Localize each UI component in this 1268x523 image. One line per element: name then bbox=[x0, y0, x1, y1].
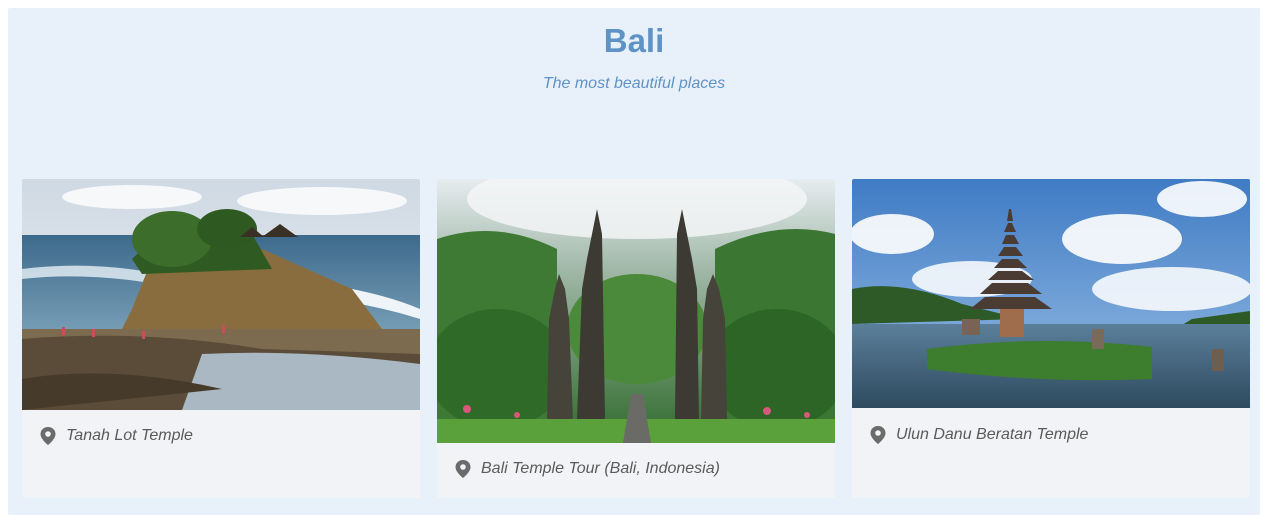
map-pin-icon bbox=[455, 460, 471, 478]
place-card-bali-temple-tour[interactable]: Bali Temple Tour (Bali, Indonesia) bbox=[437, 179, 835, 498]
place-photo-tanah-lot bbox=[22, 179, 420, 410]
page-subtitle: The most beautiful places bbox=[542, 75, 726, 92]
place-card-tanah-lot[interactable]: Tanah Lot Temple bbox=[22, 179, 420, 498]
place-card-ulun-danu-beratan[interactable]: Ulun Danu Beratan Temple bbox=[852, 179, 1250, 498]
place-caption-text: Tanah Lot Temple bbox=[66, 427, 193, 444]
place-photo-ulun-danu-beratan bbox=[852, 179, 1250, 408]
map-pin-icon bbox=[40, 427, 56, 445]
page-frame: Bali The most beautiful places Tanah Lot… bbox=[8, 8, 1260, 515]
place-caption-text: Ulun Danu Beratan Temple bbox=[896, 426, 1089, 443]
place-photo-bali-temple-tour bbox=[437, 179, 835, 443]
page-title: Bali bbox=[603, 22, 665, 59]
map-pin-icon bbox=[870, 426, 886, 444]
place-caption: Tanah Lot Temple bbox=[40, 427, 193, 445]
place-caption: Ulun Danu Beratan Temple bbox=[870, 426, 1088, 444]
place-caption: Bali Temple Tour (Bali, Indonesia) bbox=[455, 460, 720, 478]
place-caption-text: Bali Temple Tour (Bali, Indonesia) bbox=[481, 460, 720, 477]
